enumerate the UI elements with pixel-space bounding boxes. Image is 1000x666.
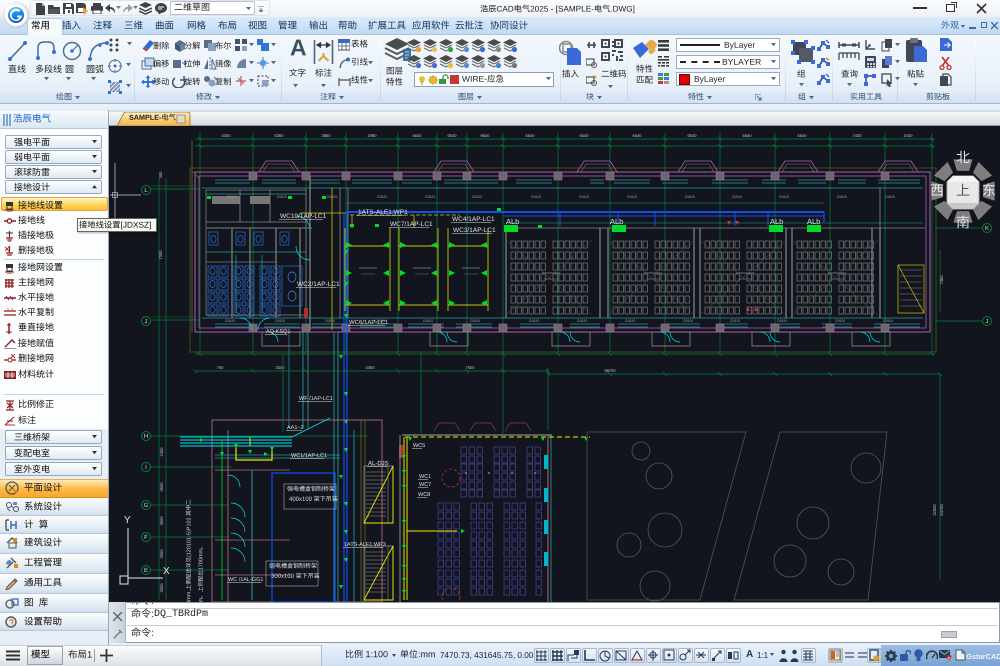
svg-text:6640: 6640 [688,133,698,138]
svg-text:3300: 3300 [276,365,286,370]
svg-text:C0920: C0920 [730,319,740,323]
svg-text:C0920: C0920 [627,195,637,199]
svg-text:58700: 58700 [604,368,616,373]
svg-text:3600: 3600 [159,516,164,526]
svg-text:C0920: C0920 [275,319,285,323]
svg-text:WC2/1AP-LC1: WC2/1AP-LC1 [297,281,340,288]
svg-text:1ATS-ALE1:WP1: 1ATS-ALE1:WP1 [358,209,408,216]
svg-text:C0920: C0920 [529,319,539,323]
svg-text:J: J [986,318,989,325]
svg-text:C0920: C0920 [470,319,480,323]
svg-text:6350: 6350 [275,133,285,138]
svg-text:C0920: C0920 [277,195,287,199]
svg-text:ALb: ALb [770,217,783,226]
svg-text:6640: 6640 [633,133,643,138]
svg-text:AL-DJS: AL-DJS [368,460,389,467]
svg-text:6640: 6640 [743,133,753,138]
svg-text:ALb: ALb [807,217,820,226]
svg-text:7380: 7380 [939,275,944,285]
svg-text:9640: 9640 [481,133,491,138]
svg-text:C0920: C0920 [531,195,541,199]
svg-text:C0920: C0920 [227,195,237,199]
svg-text:7430: 7430 [853,133,863,138]
svg-text:WC7/1AP-LC1: WC7/1AP-LC1 [390,221,433,228]
svg-text:1ATS-ALF1:WP3: 1ATS-ALF1:WP3 [344,542,386,548]
svg-text:4350: 4350 [366,365,376,370]
svg-text:54700: 54700 [939,504,944,516]
svg-text:F: F [144,534,148,541]
svg-text:C0920: C0920 [732,195,742,199]
svg-text:6640: 6640 [448,133,458,138]
svg-text:7300: 7300 [158,250,163,260]
svg-text:WC7: WC7 [419,482,431,488]
svg-text:Y: Y [124,515,131,526]
svg-text:WC3/1AP-LC1: WC3/1AP-LC1 [453,227,496,234]
svg-text:750: 750 [217,365,224,370]
svg-text:WC5: WC5 [413,443,425,449]
svg-text:C0920: C0920 [327,195,337,199]
svg-text:WC10/1AP-LC1: WC10/1AP-LC1 [280,213,327,220]
svg-text:C0920: C0920 [225,319,235,323]
svg-text:C0920: C0920 [777,319,787,323]
svg-text:C0920: C0920 [472,195,482,199]
svg-text:6640: 6640 [413,133,423,138]
svg-text:WC1: WC1 [419,474,431,480]
svg-text:K: K [985,225,989,232]
svg-text:3000: 3000 [159,583,164,593]
svg-text:3300: 3300 [222,133,232,138]
svg-text:6640: 6640 [526,133,536,138]
svg-text:2080: 2080 [368,133,378,138]
svg-text:C0920: C0920 [577,319,587,323]
svg-text:C0920: C0920 [837,195,847,199]
svg-text:C0920: C0920 [685,195,695,199]
svg-text:X: X [163,566,170,577]
svg-text:C0920: C0920 [835,319,845,323]
svg-text:C0920: C0920 [625,319,635,323]
svg-text:6640: 6640 [580,133,590,138]
svg-text:C0920: C0920 [885,195,895,199]
svg-text:2860: 2860 [322,133,332,138]
svg-text:C0920: C0920 [883,319,893,323]
svg-text:6640: 6640 [798,133,808,138]
svg-text:ALb: ALb [610,217,623,226]
svg-text:3600: 3600 [159,549,164,559]
svg-text:32000: 32000 [932,504,937,516]
svg-text:WC /1AL-GG1: WC /1AL-GG1 [228,577,263,583]
svg-text:C0920: C0920 [325,319,335,323]
svg-text:300: 300 [158,171,163,178]
svg-text:C0920: C0920 [377,195,387,199]
svg-text:WF /1AP-LC1: WF /1AP-LC1 [299,396,333,402]
svg-text:C0920: C0920 [779,195,789,199]
svg-text:2400: 2400 [159,447,164,457]
svg-text:E: E [144,567,148,574]
svg-text:C0920: C0920 [423,319,433,323]
svg-text:C0920: C0920 [683,319,693,323]
svg-text:ALb: ALb [506,217,519,226]
svg-text:WC8: WC8 [418,492,430,498]
svg-text:3600: 3600 [159,482,164,492]
svg-text:H: H [144,433,148,440]
svg-text:2430: 2430 [904,133,914,138]
svg-text:AQ-KSQ1: AQ-KSQ1 [266,329,290,335]
svg-text:G: G [144,502,149,509]
svg-text:AA1~2: AA1~2 [287,425,304,431]
svg-text:WC4/1AP-LC1: WC4/1AP-LC1 [452,216,495,223]
svg-text:WC1/1AP-LC1: WC1/1AP-LC1 [291,453,327,459]
svg-text:J: J [145,318,148,325]
svg-text:C0920: C0920 [579,195,589,199]
svg-text:C0920: C0920 [375,319,385,323]
svg-text:C0920: C0920 [425,195,435,199]
svg-text:7500: 7500 [466,365,476,370]
